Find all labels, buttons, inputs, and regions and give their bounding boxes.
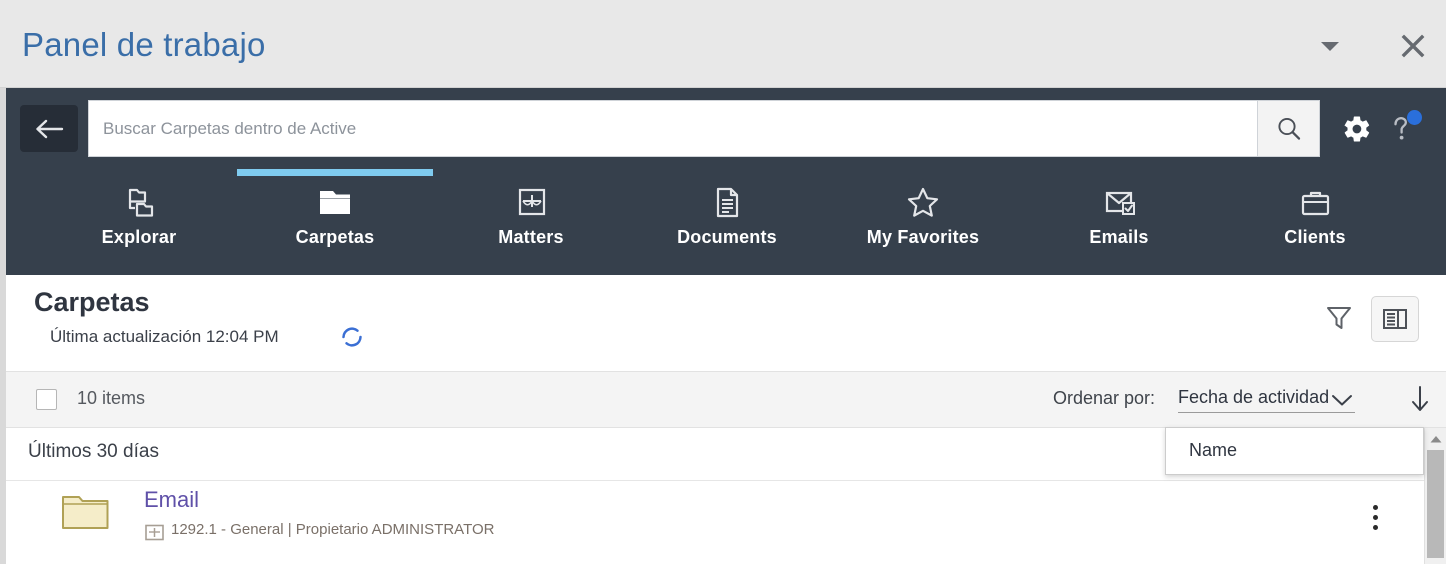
- nav-tab-matters[interactable]: Matters: [433, 169, 629, 275]
- nav-tab-label: Clients: [1284, 227, 1345, 248]
- nav-tab-indicator: [825, 169, 1021, 176]
- sort-by-label: Ordenar por:: [1053, 388, 1155, 409]
- chevron-down-icon: [1319, 39, 1341, 53]
- list-item[interactable]: Email 1292.1 - General | Propietario ADM…: [6, 482, 1430, 564]
- back-button[interactable]: [20, 105, 78, 152]
- scrollbar-thumb[interactable]: [1427, 450, 1444, 558]
- nav-tab-label: Documents: [677, 227, 777, 248]
- gear-icon: [1342, 114, 1372, 144]
- list-group-label: Últimos 30 días: [28, 441, 159, 463]
- sort-direction-button[interactable]: [1406, 384, 1434, 414]
- briefcase-icon: [1294, 179, 1336, 227]
- refresh-icon: [339, 324, 365, 350]
- arrow-left-icon: [33, 117, 65, 141]
- help-button[interactable]: [1381, 108, 1423, 150]
- nav-tab-emails[interactable]: Emails: [1021, 169, 1217, 275]
- preview-panel-icon: [1381, 306, 1409, 332]
- nav-tab-carpetas[interactable]: Carpetas: [237, 169, 433, 275]
- email-check-icon: [1097, 179, 1141, 227]
- folder-icon: [312, 179, 358, 227]
- list-item-title[interactable]: Email: [144, 487, 199, 513]
- arrow-down-icon: [1409, 384, 1431, 414]
- nav-tab-label: Matters: [498, 227, 563, 248]
- close-icon: [1400, 33, 1426, 59]
- search-icon: [1274, 114, 1304, 144]
- matters-scale-icon: [510, 179, 552, 227]
- filter-funnel-icon: [1324, 302, 1354, 332]
- last-updated-label: Última actualización 12:04 PM: [50, 327, 279, 347]
- nav-tab-indicator: [1021, 169, 1217, 176]
- explore-folders-icon: [118, 179, 160, 227]
- window-close-button[interactable]: [1394, 30, 1432, 62]
- title-bar: Panel de trabajo: [0, 0, 1446, 88]
- nav-tab-documents[interactable]: Documents: [629, 169, 825, 275]
- refresh-button[interactable]: [338, 323, 366, 351]
- section-header: Carpetas Última actualización 12:04 PM: [6, 275, 1446, 372]
- kebab-dot: [1373, 515, 1378, 520]
- window-minimize-chevron-button[interactable]: [1311, 30, 1349, 62]
- nav-tab-label: Carpetas: [296, 227, 375, 248]
- chevron-down-icon: [1331, 391, 1353, 412]
- nav-tab-indicator: [629, 169, 825, 176]
- star-icon: [901, 179, 945, 227]
- nav-tab-clients[interactable]: Clients: [1217, 169, 1413, 275]
- kebab-dot: [1373, 525, 1378, 530]
- search-bar: [88, 100, 1320, 157]
- preview-panel-toggle-button[interactable]: [1371, 296, 1419, 342]
- kebab-dot: [1373, 505, 1378, 510]
- item-count-label: 10 items: [77, 388, 145, 409]
- select-all-checkbox[interactable]: [36, 389, 57, 410]
- nav-tab-label: Explorar: [102, 227, 177, 248]
- filter-button[interactable]: [1317, 295, 1361, 339]
- list-item-menu-button[interactable]: [1358, 498, 1392, 536]
- list-scrollbar[interactable]: [1424, 428, 1446, 564]
- nav-tab-label: Emails: [1089, 227, 1148, 248]
- scroll-up-arrow-icon: [1429, 434, 1443, 444]
- search-button[interactable]: [1257, 101, 1319, 156]
- folder-icon: [61, 492, 111, 532]
- nav-tab-indicator: [433, 169, 629, 176]
- sort-by-dropdown[interactable]: Fecha de actividad: [1178, 387, 1355, 413]
- list-item-meta: 1292.1 - General | Propietario ADMINISTR…: [171, 521, 494, 538]
- nav-tab-indicator: [1217, 169, 1413, 176]
- sort-option-name[interactable]: Name: [1189, 440, 1237, 461]
- nav-tab-explorar[interactable]: Explorar: [41, 169, 237, 275]
- app-window: Panel de trabajo: [0, 0, 1446, 564]
- nav-tab-label: My Favorites: [867, 227, 979, 248]
- matters-scale-icon: [145, 524, 164, 541]
- help-notification-badge: [1407, 110, 1422, 125]
- search-input[interactable]: [89, 101, 1257, 156]
- list-action-bar: 10 items Ordenar por: Fecha de actividad: [6, 372, 1446, 428]
- nav-tab-my-favorites[interactable]: My Favorites: [825, 169, 1021, 275]
- page-title: Panel de trabajo: [22, 26, 266, 64]
- document-icon: [706, 179, 748, 227]
- section-title: Carpetas: [34, 287, 150, 318]
- scroll-up-button[interactable]: [1425, 428, 1446, 449]
- sort-options-dropdown[interactable]: Name: [1165, 427, 1424, 475]
- settings-button[interactable]: [1336, 108, 1378, 150]
- main-nav: Explorar Carpetas: [6, 169, 1446, 275]
- nav-tab-indicator: [237, 169, 433, 176]
- sort-by-value: Fecha de actividad: [1178, 387, 1329, 407]
- nav-tab-indicator: [41, 169, 237, 176]
